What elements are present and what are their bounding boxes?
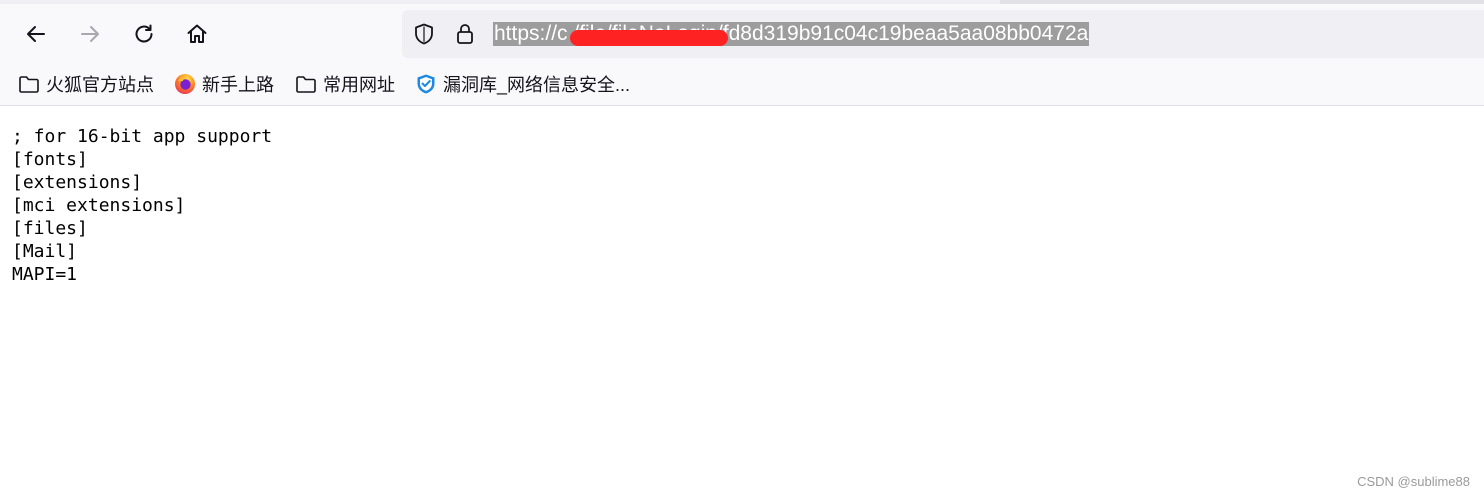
folder-icon [18, 73, 40, 95]
content-line: MAPI=1 [12, 264, 78, 285]
home-icon [187, 24, 207, 43]
bookmark-firefox-official[interactable]: 火狐官方站点 [18, 71, 154, 97]
navigation-toolbar: https://c /file/fileNoLogin/fd8d319b91c0… [0, 4, 1484, 64]
content-line: [extensions] [12, 172, 143, 193]
bookmark-label: 漏洞库_网络信息安全... [443, 75, 631, 95]
lock-icon[interactable] [453, 22, 477, 46]
bookmark-common-sites[interactable]: 常用网址 [295, 71, 395, 97]
reload-icon [135, 24, 153, 43]
back-button[interactable] [18, 18, 54, 50]
reload-button[interactable] [126, 18, 162, 50]
redaction-mark [570, 30, 728, 46]
shield-check-icon [415, 73, 437, 95]
content-line: [fonts] [12, 149, 88, 170]
bookmark-getting-started[interactable]: 新手上路 [174, 71, 274, 97]
arrow-right-icon [81, 26, 99, 42]
shield-icon[interactable] [412, 22, 436, 46]
firefox-icon [174, 73, 196, 95]
arrow-left-icon [27, 26, 45, 42]
page-content: ; for 16-bit app support [fonts] [extens… [12, 125, 272, 286]
bookmark-vuln-library[interactable]: 漏洞库_网络信息安全... [415, 71, 630, 97]
bookmarks-toolbar: 火狐官方站点 新手上路 常用网址 漏洞库_网络信息安全... [0, 64, 1484, 106]
home-button[interactable] [179, 18, 215, 50]
content-line: ; for 16-bit app support [12, 126, 273, 147]
content-line: [Mail] [12, 241, 78, 262]
address-bar[interactable]: https://c /file/fileNoLogin/fd8d319b91c0… [402, 10, 1484, 58]
bookmark-label: 火狐官方站点 [46, 75, 154, 95]
bookmark-label: 常用网址 [323, 75, 395, 95]
bookmark-label: 新手上路 [202, 75, 274, 95]
forward-button[interactable] [72, 18, 108, 50]
folder-icon [295, 73, 317, 95]
content-line: [files] [12, 218, 88, 239]
csdn-watermark: CSDN @sublime88 [1357, 474, 1470, 489]
content-line: [mci extensions] [12, 195, 186, 216]
